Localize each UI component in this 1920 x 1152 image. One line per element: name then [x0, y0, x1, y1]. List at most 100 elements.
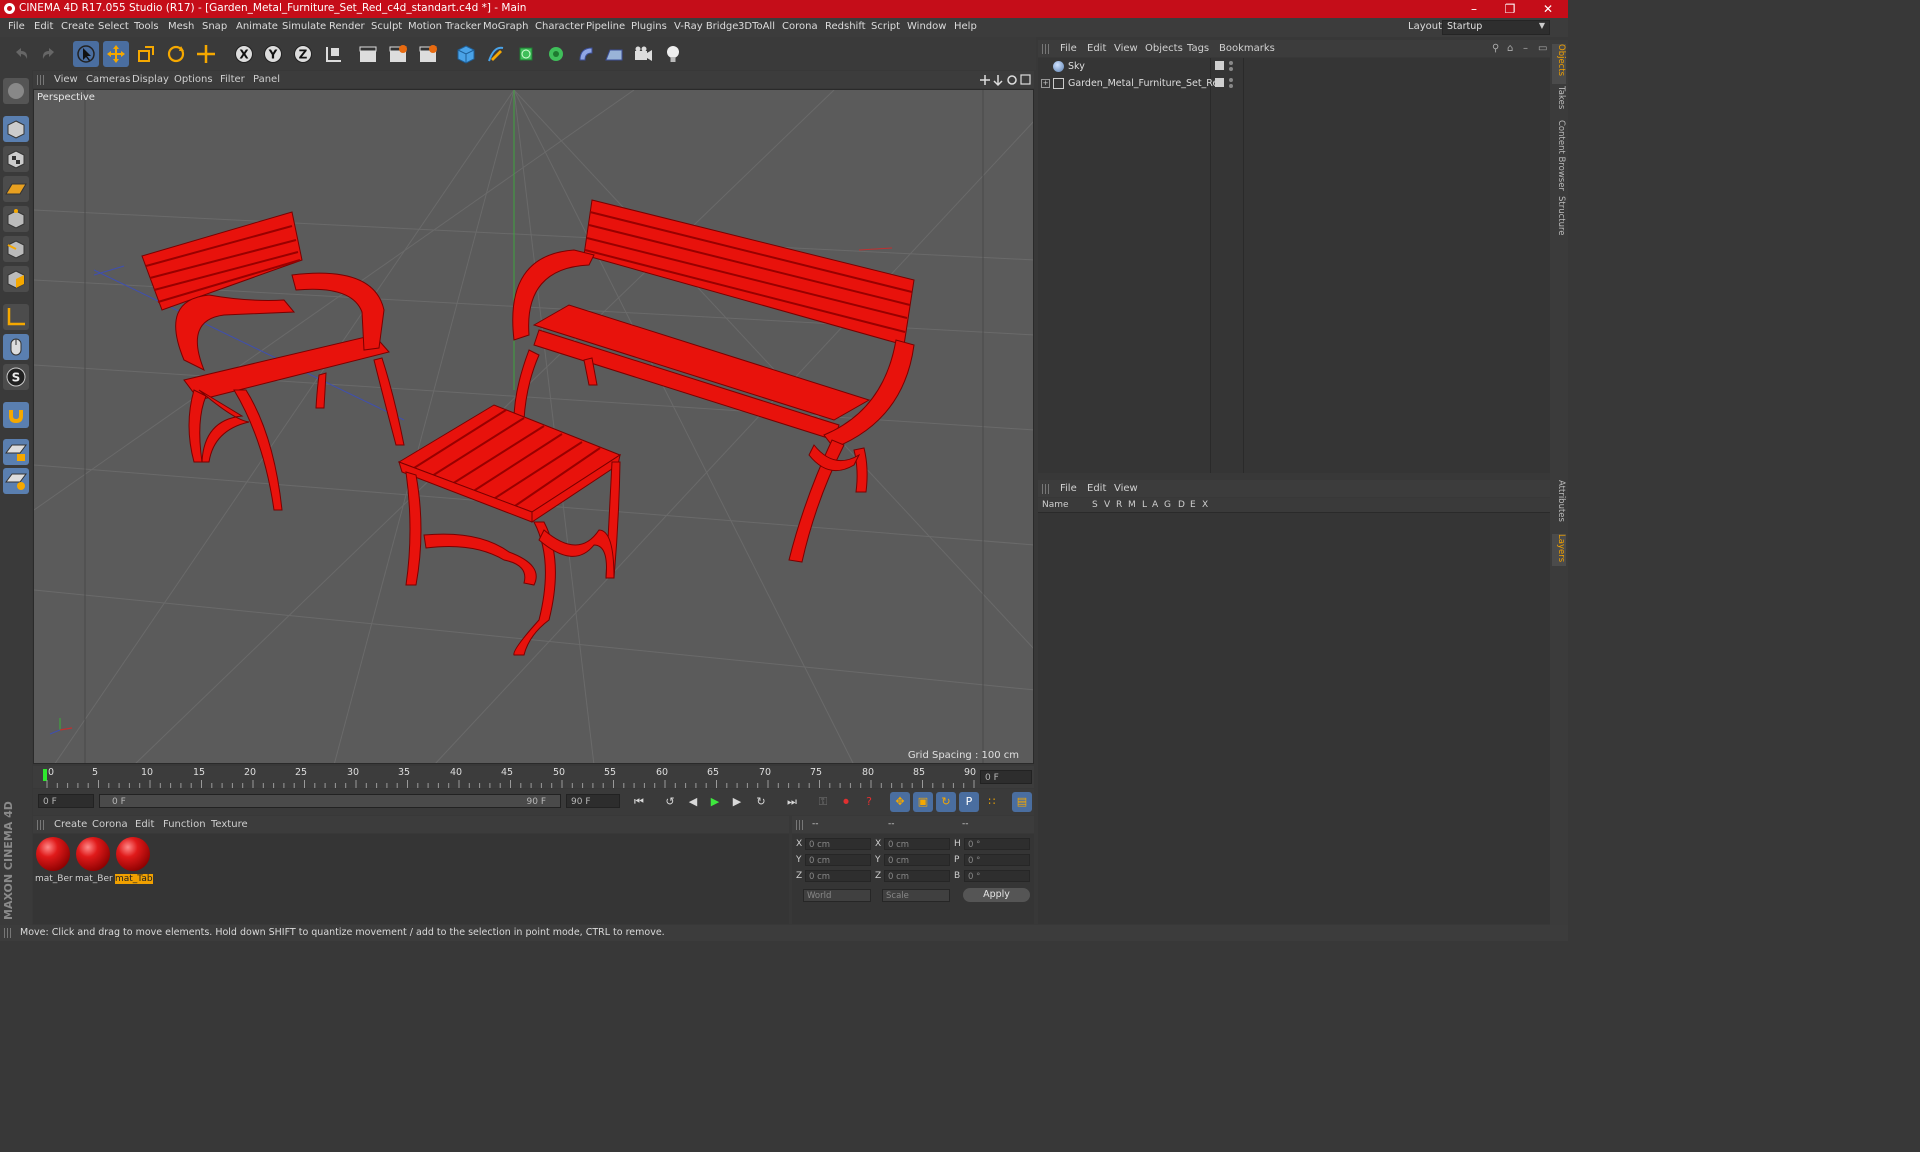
undo-button[interactable] [8, 41, 34, 67]
redo-button[interactable] [36, 41, 62, 67]
object-menu-view[interactable]: View [1114, 43, 1138, 54]
material-menu-edit[interactable]: Edit [135, 819, 154, 830]
key-scale-button[interactable]: ▣ [913, 792, 933, 812]
viewport-menu-options[interactable]: Options [174, 74, 213, 85]
previous-frame-button[interactable]: ◀ [683, 792, 703, 812]
viewport-menu-cameras[interactable]: Cameras [86, 74, 130, 85]
expand-icon[interactable]: + [1041, 79, 1050, 88]
object-menu-bookmarks[interactable]: Bookmarks [1219, 43, 1275, 54]
menu-corona[interactable]: Corona [782, 21, 818, 32]
restore-button[interactable]: ❐ [1492, 0, 1528, 18]
floor-button[interactable] [601, 41, 627, 67]
go-to-start-button[interactable]: ⏮ [629, 792, 649, 812]
menu-plugins[interactable]: Plugins [631, 21, 667, 32]
material-swatch[interactable]: mat_Ber [35, 836, 73, 884]
model-mode-button[interactable] [3, 116, 29, 142]
tab-takes[interactable]: Takes [1552, 86, 1566, 116]
key-pla-button[interactable]: ∷ [982, 792, 1002, 812]
size-y-field[interactable]: 0 cm [884, 854, 950, 866]
menu-edit[interactable]: Edit [34, 21, 53, 32]
layer-col-generators[interactable]: G [1164, 500, 1171, 510]
size-z-field[interactable]: 0 cm [884, 870, 950, 882]
menu-snap[interactable]: Snap [202, 21, 227, 32]
previous-key-button[interactable]: ↺ [660, 792, 680, 812]
menu-3dtoall[interactable]: 3DToAll [738, 21, 775, 32]
visibility-dot-icon[interactable] [1229, 84, 1233, 88]
menu-mograph[interactable]: MoGraph [483, 21, 528, 32]
minimize-panel-icon[interactable]: – [1523, 43, 1528, 54]
viewport-menu-display[interactable]: Display [132, 74, 169, 85]
viewport-menu-filter[interactable]: Filter [220, 74, 245, 85]
polygons-mode-button[interactable] [3, 266, 29, 292]
magnet-snap-button[interactable] [3, 402, 29, 428]
perspective-viewport[interactable]: Perspective Grid Spacing : 100 cm [33, 89, 1034, 764]
close-button[interactable]: ✕ [1530, 0, 1566, 18]
edit-render-settings-button[interactable] [415, 41, 441, 67]
material-menu-function[interactable]: Function [163, 819, 206, 830]
align-workplane-button[interactable] [3, 468, 29, 494]
pos-x-field[interactable]: 0 cm [805, 838, 871, 850]
frame-range-slider[interactable]: 0 F 90 F [99, 794, 561, 808]
axis-mode-button[interactable] [3, 304, 29, 330]
record-keys-button[interactable]: ⚿ [813, 792, 833, 812]
key-parameter-button[interactable]: P [959, 792, 979, 812]
menu-window[interactable]: Window [907, 21, 946, 32]
layer-col-deformers[interactable]: D [1178, 500, 1185, 510]
layer-menu-file[interactable]: File [1060, 483, 1077, 494]
scale-tool-button[interactable] [133, 41, 159, 67]
display-tag-icon[interactable] [1215, 61, 1224, 70]
menu-create[interactable]: Create [61, 21, 94, 32]
next-key-button[interactable]: ↻ [751, 792, 771, 812]
menu-select[interactable]: Select [98, 21, 129, 32]
rot-b-field[interactable]: 0 ° [964, 870, 1030, 882]
material-swatch[interactable]: mat_Ber [75, 836, 113, 884]
layer-col-expressions[interactable]: E [1190, 500, 1196, 510]
material-swatch-selected[interactable]: mat_Tab [115, 836, 153, 884]
spline-pen-button[interactable] [483, 41, 509, 67]
apply-button[interactable]: Apply [963, 888, 1030, 902]
minimize-button[interactable]: – [1456, 0, 1492, 18]
workplane-mode-button[interactable] [3, 176, 29, 202]
tree-row[interactable]: + Garden_Metal_Furniture_Set_Red [1038, 77, 1550, 92]
cloner-button[interactable] [543, 41, 569, 67]
menu-pipeline[interactable]: Pipeline [586, 21, 625, 32]
autokey-button[interactable]: ⏺ [836, 792, 856, 812]
menu-file[interactable]: File [8, 21, 25, 32]
layer-col-locked[interactable]: L [1142, 500, 1147, 510]
layer-col-name[interactable]: Name [1042, 500, 1069, 510]
search-icon[interactable]: ⚲ [1492, 43, 1499, 54]
object-menu-objects[interactable]: Objects [1145, 43, 1183, 54]
rot-p-field[interactable]: 0 ° [964, 854, 1030, 866]
menu-redshift[interactable]: Redshift [825, 21, 866, 32]
tab-attributes[interactable]: Attributes [1552, 480, 1566, 530]
layer-col-solo[interactable]: S [1092, 500, 1098, 510]
move-tool-button[interactable] [103, 41, 129, 67]
tab-objects[interactable]: Objects [1552, 44, 1566, 84]
play-button[interactable]: ▶ [705, 792, 725, 812]
menu-character[interactable]: Character [535, 21, 584, 32]
layer-col-animation[interactable]: A [1152, 500, 1158, 510]
size-x-field[interactable]: 0 cm [884, 838, 950, 850]
texture-mode-button[interactable] [3, 146, 29, 172]
object-menu-edit[interactable]: Edit [1087, 43, 1106, 54]
rotate-tool-button[interactable] [163, 41, 189, 67]
tab-content-browser[interactable]: Content Browser [1552, 120, 1566, 192]
edges-mode-button[interactable] [3, 236, 29, 262]
visibility-dot-icon[interactable] [1229, 61, 1233, 65]
transform-tool-button[interactable] [193, 41, 219, 67]
pos-y-field[interactable]: 0 cm [805, 854, 871, 866]
menu-tools[interactable]: Tools [134, 21, 159, 32]
z-axis-lock-button[interactable]: Z [290, 41, 316, 67]
menu-help[interactable]: Help [954, 21, 977, 32]
current-frame-field[interactable]: 0 F [980, 770, 1032, 784]
rot-h-field[interactable]: 0 ° [964, 838, 1030, 850]
key-position-button[interactable]: ✥ [890, 792, 910, 812]
coordinate-mode-dropdown[interactable]: World [803, 889, 871, 902]
snapping-button[interactable]: S [3, 364, 29, 390]
live-selection-button[interactable] [73, 41, 99, 67]
menu-mesh[interactable]: Mesh [168, 21, 194, 32]
viewport-menu-view[interactable]: View [54, 74, 78, 85]
make-editable-button[interactable] [3, 78, 29, 104]
end-frame-field[interactable]: 90 F [566, 794, 620, 808]
material-menu-create[interactable]: Create [54, 819, 87, 830]
